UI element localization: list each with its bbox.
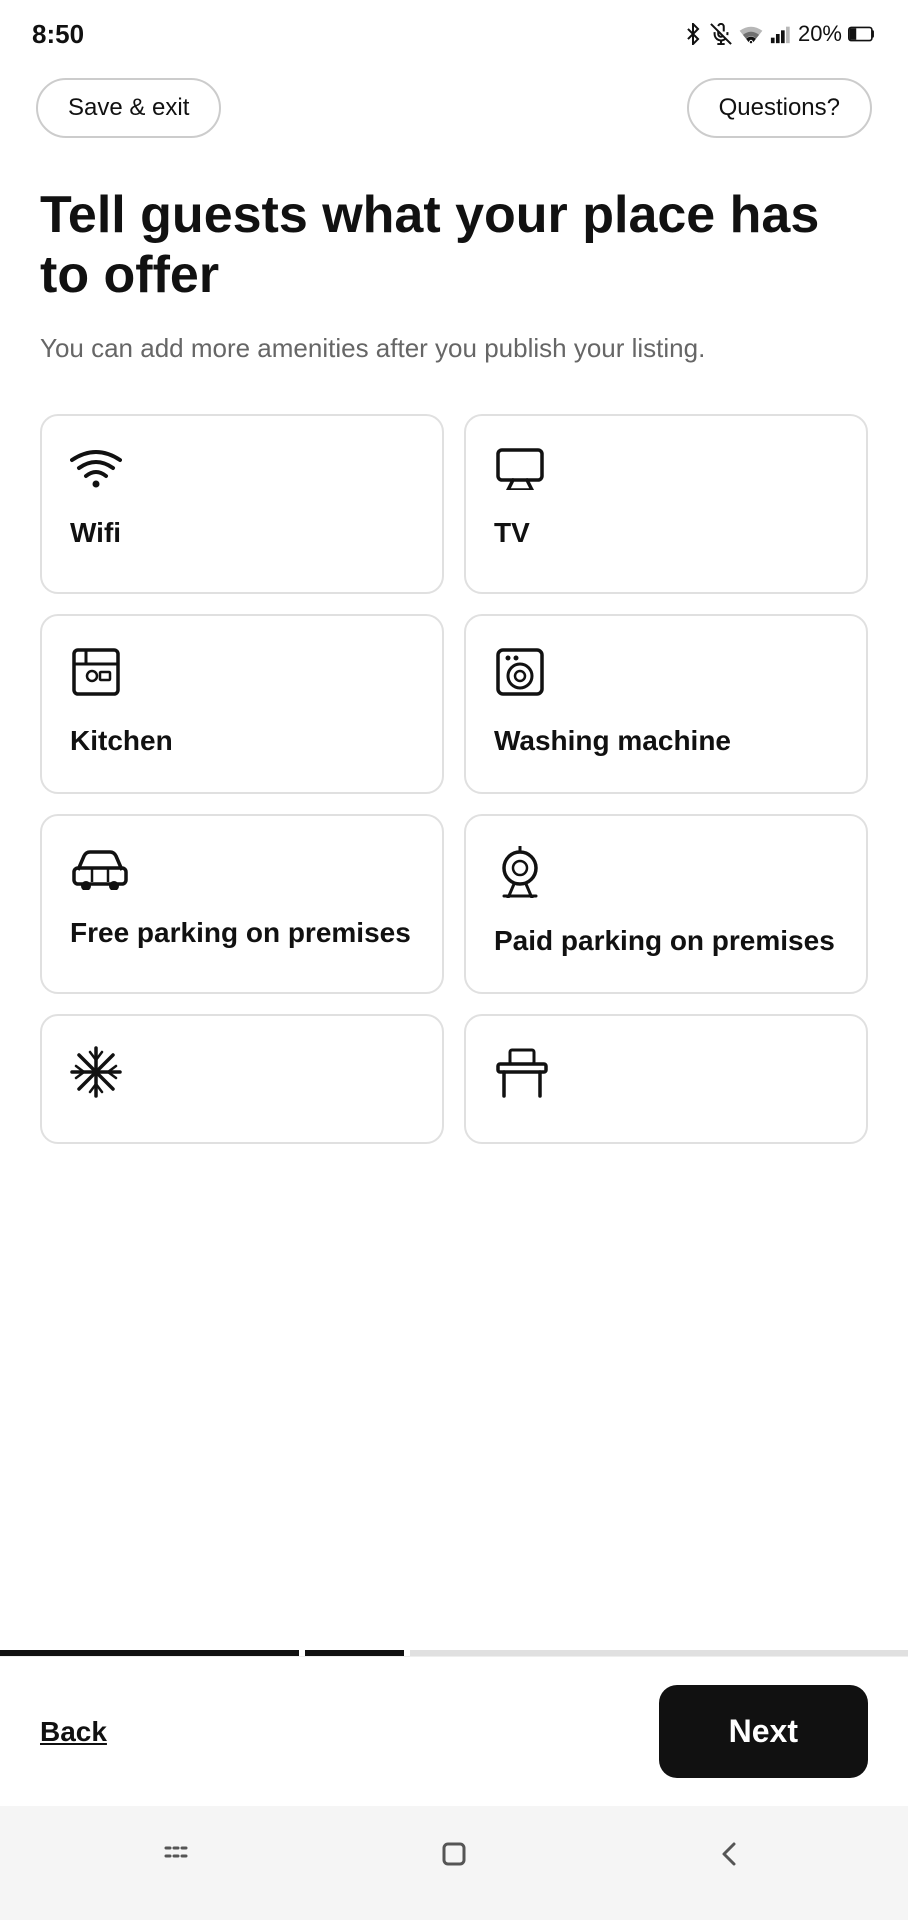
questions-button[interactable]: Questions? — [687, 78, 872, 138]
signal-bars-icon — [770, 23, 792, 45]
desk-icon — [494, 1046, 838, 1105]
amenity-label-washing-machine: Washing machine — [494, 723, 838, 759]
tv-icon — [494, 446, 838, 497]
amenity-label-kitchen: Kitchen — [70, 723, 414, 759]
amenity-label-paid-parking: Paid parking on premises — [494, 923, 838, 959]
wifi-icon — [70, 446, 414, 497]
page-subtitle: You can add more amenities after you pub… — [40, 330, 868, 366]
page-title: Tell guests what your place has to offer — [40, 186, 868, 306]
amenity-card-wifi[interactable]: Wifi — [40, 414, 444, 594]
signal-wifi-icon — [738, 23, 764, 45]
battery-icon — [848, 23, 876, 45]
kitchen-icon — [70, 646, 414, 705]
android-home-button[interactable] — [416, 1826, 492, 1890]
status-bar: 8:50 20% — [0, 0, 908, 60]
paid-parking-icon — [494, 846, 838, 905]
back-button[interactable]: Back — [40, 1706, 107, 1758]
save-exit-button[interactable]: Save & exit — [36, 78, 221, 138]
android-menu-button[interactable] — [140, 1826, 216, 1890]
amenity-card-washing-machine[interactable]: Washing machine — [464, 614, 868, 794]
main-content: Tell guests what your place has to offer… — [0, 156, 908, 1650]
amenity-card-tv[interactable]: TV — [464, 414, 868, 594]
amenity-card-paid-parking[interactable]: Paid parking on premises — [464, 814, 868, 994]
bluetooth-icon — [682, 23, 704, 45]
amenity-label-free-parking: Free parking on premises — [70, 915, 414, 951]
amenity-card-workspace[interactable] — [464, 1014, 868, 1144]
battery-percent: 20% — [798, 21, 842, 47]
mute-icon — [710, 23, 732, 45]
amenities-grid: Wifi TV — [40, 414, 868, 1184]
status-time: 8:50 — [32, 19, 84, 50]
snowflake-icon — [70, 1046, 414, 1105]
amenity-label-tv: TV — [494, 515, 838, 551]
amenity-label-wifi: Wifi — [70, 515, 414, 551]
car-icon — [70, 846, 414, 897]
amenity-card-ac[interactable] — [40, 1014, 444, 1144]
status-icons: 20% — [682, 21, 876, 47]
amenity-card-free-parking[interactable]: Free parking on premises — [40, 814, 444, 994]
top-nav: Save & exit Questions? — [0, 60, 908, 156]
android-nav-bar — [0, 1806, 908, 1920]
washer-icon — [494, 646, 838, 705]
android-back-button[interactable] — [692, 1826, 768, 1890]
amenity-card-kitchen[interactable]: Kitchen — [40, 614, 444, 794]
next-button[interactable]: Next — [659, 1685, 868, 1778]
bottom-nav: Back Next — [0, 1656, 908, 1806]
